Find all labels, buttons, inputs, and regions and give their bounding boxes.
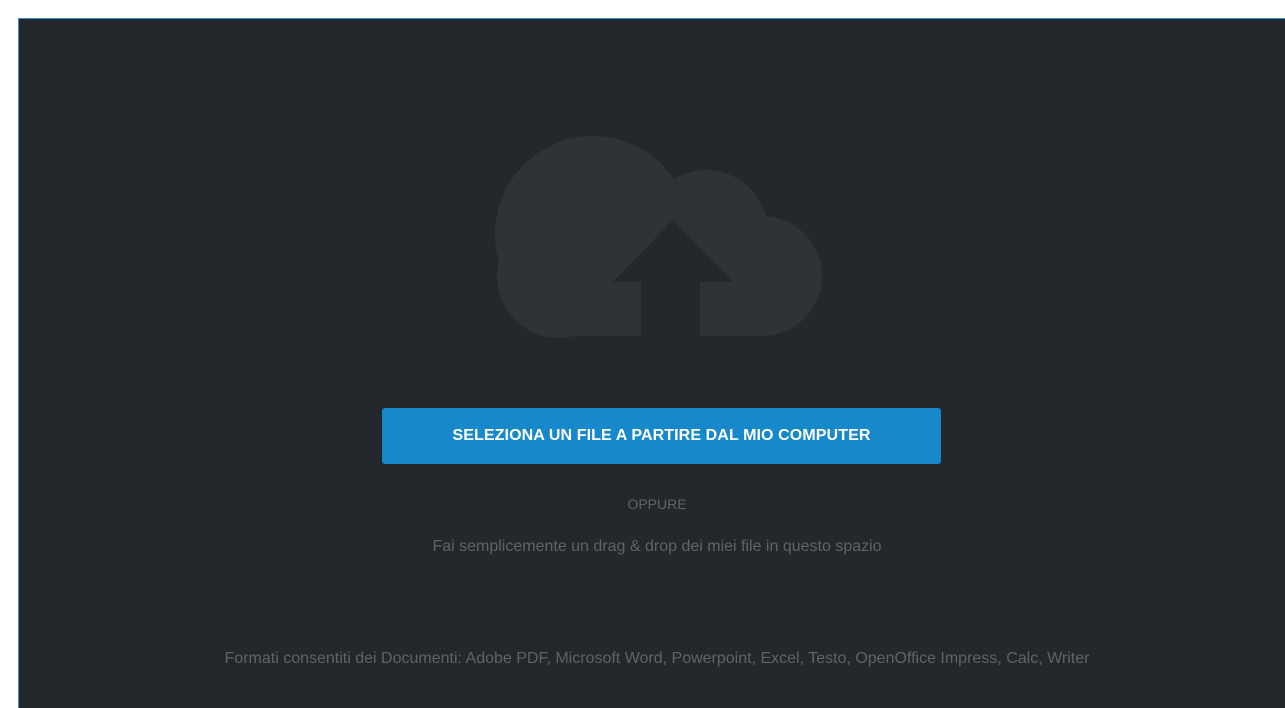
page-frame: SELEZIONA UN FILE A PARTIRE DAL MIO COMP… [0, 0, 1285, 708]
drag-drop-hint: Fai semplicemente un drag & drop dei mie… [432, 538, 882, 555]
select-file-button[interactable]: SELEZIONA UN FILE A PARTIRE DAL MIO COMP… [382, 408, 941, 464]
file-drop-zone[interactable]: SELEZIONA UN FILE A PARTIRE DAL MIO COMP… [18, 18, 1285, 708]
or-separator: OPPURE [627, 496, 687, 512]
cloud-upload-icon [495, 136, 822, 339]
allowed-formats-note: Formati consentiti dei Documenti: Adobe … [224, 650, 1090, 667]
